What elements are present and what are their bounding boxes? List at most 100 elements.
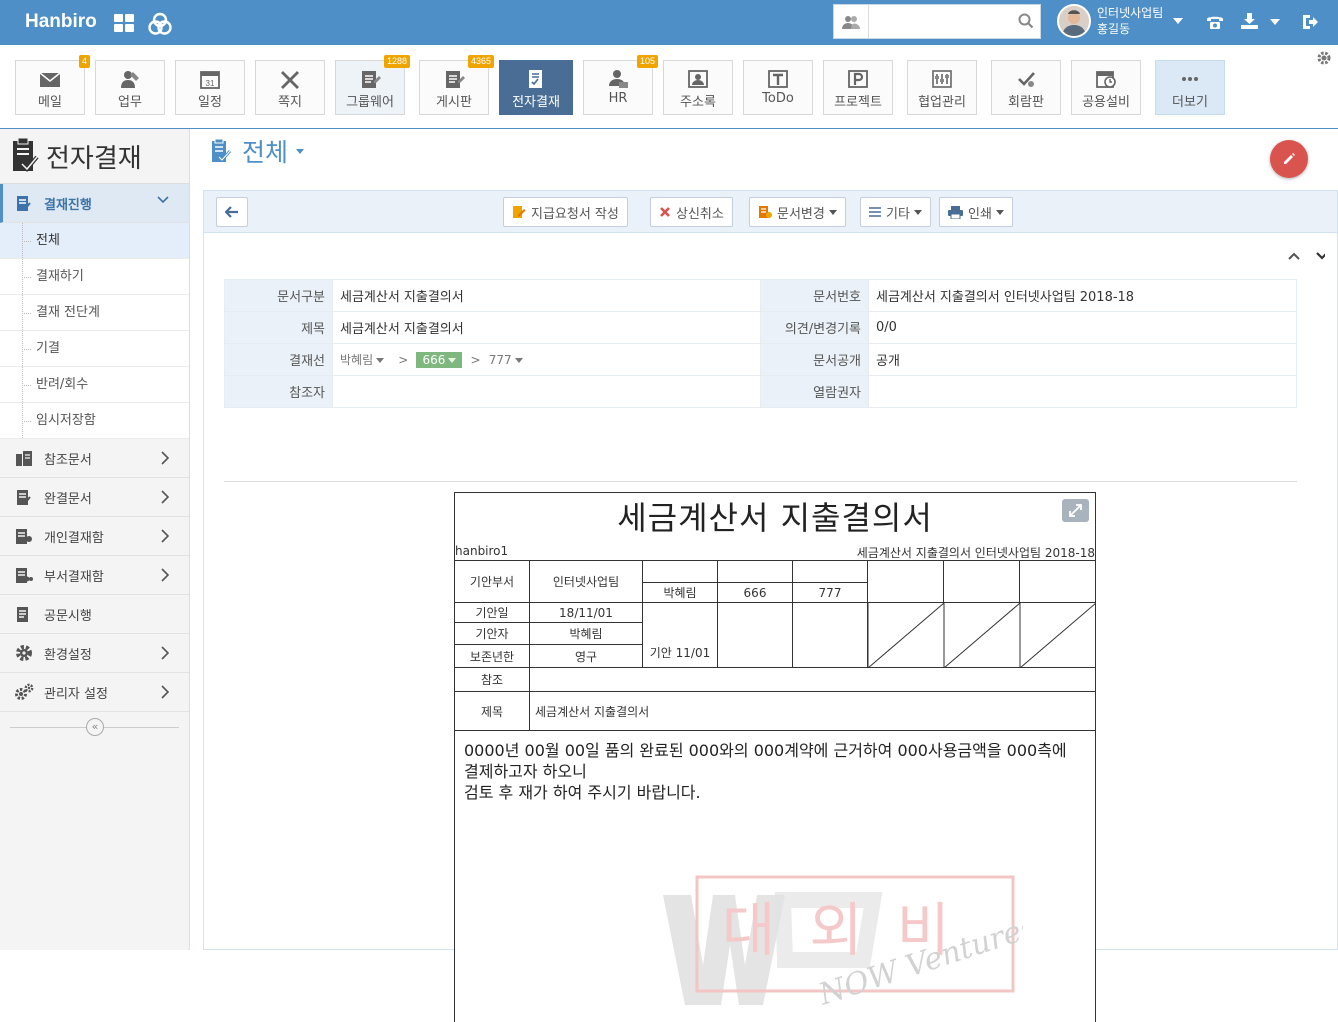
app-label: 일정 [198, 95, 222, 110]
app-hr[interactable]: HR 105 [583, 55, 658, 115]
caret-down-icon [913, 209, 922, 215]
sidebar-sub-approved[interactable]: 기결 [0, 331, 189, 367]
app-task[interactable]: 업무 [95, 60, 165, 115]
sidebar-item-settings[interactable]: 환경설정 [0, 634, 189, 673]
search-icon[interactable] [1018, 13, 1034, 29]
app-label: 쪽지 [278, 95, 302, 110]
app-facility[interactable]: 공용설비 [1071, 60, 1141, 115]
sidebar-item-official[interactable]: 공문시행 [0, 595, 189, 634]
caret-down-icon [995, 209, 1004, 215]
prev-next-nav [1288, 252, 1325, 260]
app-todo[interactable]: ToDo [743, 60, 813, 115]
chevron-up-icon[interactable] [1288, 252, 1300, 260]
approval-icon [17, 196, 31, 211]
approver-name: 박혜림 [340, 353, 374, 367]
sidebar-item-reference[interactable]: 참조문서 [0, 439, 189, 478]
user-menu-caret-icon[interactable] [1172, 17, 1184, 25]
confidential-watermark: 대외비 NOW Ventures [663, 875, 1023, 1013]
title-caret-icon [296, 148, 305, 154]
download-caret-icon[interactable] [1269, 18, 1281, 26]
sidebar-item-dept-box[interactable]: 부서결재함 [0, 556, 189, 595]
board-icon [446, 71, 465, 88]
search-box [833, 4, 1041, 39]
app-board[interactable]: 게시판 4365 [419, 55, 494, 115]
etc-button[interactable]: 기타 [860, 197, 931, 227]
sidebar-item-personal-box[interactable]: 개인결재함 [0, 517, 189, 556]
app-groupware[interactable]: 그룹웨어 1288 [335, 55, 410, 115]
expand-button[interactable] [1062, 499, 1089, 522]
app-contacts[interactable]: 주소록 [663, 60, 733, 115]
org-chart-icon[interactable] [834, 5, 869, 38]
mail-icon [39, 72, 61, 87]
sidebar-sub-pre-stage[interactable]: 결재 전단계 [0, 295, 189, 331]
contacts-icon [688, 70, 708, 88]
sidebar-item-label: 공문시행 [44, 608, 92, 624]
download-icon[interactable] [1241, 13, 1258, 29]
user-info[interactable]: 인터넷사업팀 홍길동 [1097, 5, 1163, 37]
app-approval[interactable]: 전자결재 [499, 60, 573, 115]
sidebar-sub-returned[interactable]: 반려/회수 [0, 367, 189, 403]
sidebar-item-admin-settings[interactable]: 관리자 설정 [0, 673, 189, 712]
app-mail[interactable]: 메일 4 [15, 55, 90, 115]
sidebar-sub-to-approve[interactable]: 결재하기 [0, 259, 189, 295]
app-circular[interactable]: 회람판 [991, 60, 1061, 115]
document-body: 세금계산서 지출결의서 hanbiro1 세금계산서 지출결의서 인터넷사업팀 … [454, 492, 1096, 1022]
settings-gear-icon[interactable] [1316, 50, 1332, 66]
write-request-button[interactable]: 지급요청서 작성 [503, 197, 628, 227]
print-icon [948, 205, 963, 219]
page-title[interactable]: 전체 [210, 133, 305, 169]
opinion-value[interactable]: 0/0 [868, 311, 1297, 344]
sidebar-item-completed[interactable]: 완결문서 [0, 478, 189, 517]
sidebar-item-label: 완결문서 [44, 491, 92, 507]
chevron-down-icon[interactable] [1316, 252, 1325, 260]
list-icon [869, 207, 881, 217]
ref-value [530, 668, 1095, 692]
groupware-icon [362, 71, 381, 88]
sidebar-sub-drafts[interactable]: 임시저장함 [0, 403, 189, 439]
back-button[interactable] [216, 197, 248, 227]
change-doc-button[interactable]: 문서변경 [749, 197, 846, 227]
print-button[interactable]: 인쇄 [939, 197, 1013, 227]
arrow-left-icon [225, 206, 238, 218]
dept-value: 인터넷사업팀 [530, 561, 643, 603]
app-label: 프로젝트 [834, 95, 882, 110]
compose-button[interactable] [1270, 140, 1308, 178]
phone-icon[interactable] [1206, 14, 1224, 30]
sidebar-sub-all[interactable]: 전체 [0, 223, 189, 259]
approver-step-current[interactable]: 666 [416, 352, 463, 368]
close-icon [660, 207, 670, 217]
approval-icon [13, 137, 39, 172]
message-icon [281, 71, 299, 89]
collapse-sidebar-icon[interactable]: « [86, 718, 104, 736]
empty-slot [1020, 561, 1095, 603]
sidebar-item-label: 결재진행 [44, 197, 92, 213]
approver-step[interactable]: 777 [489, 353, 523, 367]
public-value: 공개 [868, 343, 1297, 376]
retention-value: 영구 [530, 645, 643, 668]
app-badge: 105 [636, 55, 658, 68]
completed-doc-icon [17, 490, 31, 505]
user-dept: 인터넷사업팀 [1097, 6, 1164, 20]
caret-down-icon [376, 358, 385, 363]
logout-icon[interactable] [1302, 14, 1318, 30]
approval-line-value: 박혜림 > 666 > 777 [332, 343, 761, 376]
apps-grid-icon[interactable] [114, 14, 134, 32]
app-calendar[interactable]: 31 일정 [175, 60, 245, 115]
approver-step[interactable]: 박혜림 [340, 351, 385, 368]
sidebar-title: 전자결재 [0, 129, 189, 184]
search-input[interactable] [870, 5, 1010, 38]
app-project[interactable]: 프로젝트 [823, 60, 893, 115]
brand-logo[interactable]: Hanbiro [25, 11, 97, 33]
hanbiro-logo-icon[interactable] [148, 12, 172, 36]
facility-icon [1096, 71, 1116, 88]
app-more[interactable]: 더보기 [1155, 60, 1225, 115]
cancel-submit-button[interactable]: 상신취소 [650, 197, 733, 227]
sidebar: 전자결재 결재진행 전체 결재하기 결재 전단계 기결 반려/회수 임시저장함 … [0, 129, 190, 950]
sidebar-item-in-progress[interactable]: 결재진행 [0, 184, 189, 223]
todo-icon [768, 70, 788, 88]
avatar[interactable] [1057, 4, 1091, 38]
app-message[interactable]: 쪽지 [255, 60, 325, 115]
app-label: 전자결재 [512, 95, 560, 110]
app-collab[interactable]: 협업관리 [907, 60, 977, 115]
document-panel: 지급요청서 작성 상신취소 문서변경 기타 인쇄 문서구분 세금계산서 지출결의… [203, 190, 1338, 1022]
